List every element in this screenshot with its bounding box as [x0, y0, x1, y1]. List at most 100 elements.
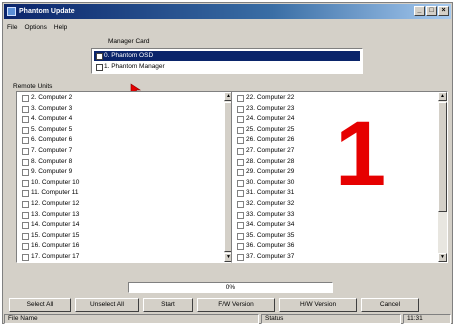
scroll-thumb[interactable]: [438, 102, 447, 212]
checkbox[interactable]: [237, 232, 244, 240]
list-item-label: 32. Computer 32: [246, 199, 295, 207]
checkbox[interactable]: [22, 147, 29, 155]
list-item[interactable]: 37. Computer 37: [234, 252, 437, 262]
checkbox[interactable]: [237, 147, 244, 155]
checkbox[interactable]: [237, 169, 244, 177]
manager-card-item-phantom-manager[interactable]: 1. Phantom Manager: [94, 62, 360, 72]
close-button[interactable]: ×: [438, 6, 449, 16]
checkbox[interactable]: [22, 190, 29, 198]
list-item[interactable]: 9. Computer 9: [19, 167, 223, 178]
checkbox[interactable]: [22, 95, 29, 102]
remote-units-label: Remote Units: [13, 83, 53, 90]
checkbox[interactable]: [22, 211, 29, 219]
list-item[interactable]: 34. Computer 34: [234, 220, 437, 231]
list-item-label: 22. Computer 22: [246, 94, 295, 101]
checkbox[interactable]: [237, 126, 244, 134]
checkbox[interactable]: [22, 222, 29, 230]
list-item[interactable]: 15. Computer 15: [19, 231, 223, 242]
unselect-all-button[interactable]: Unselect All: [75, 298, 139, 312]
checkbox[interactable]: [237, 211, 244, 219]
status-text: Status: [261, 314, 401, 324]
checkbox[interactable]: [22, 105, 29, 113]
checkbox[interactable]: [96, 64, 103, 71]
list-item-label: 3. Computer 3: [31, 104, 73, 112]
list-item[interactable]: 7. Computer 7: [19, 146, 223, 157]
list-item-label: 37. Computer 37: [246, 252, 295, 260]
checkbox[interactable]: [22, 158, 29, 166]
list-item-label: 34. Computer 34: [246, 221, 295, 229]
menu-help[interactable]: Help: [54, 23, 67, 33]
checkbox[interactable]: [22, 243, 29, 251]
list-item-label: 6. Computer 6: [31, 136, 73, 144]
list-item[interactable]: 33. Computer 33: [234, 210, 437, 221]
phantom-update-window: Phantom Update _ □ × File Options Help M…: [2, 2, 453, 324]
menu-options[interactable]: Options: [24, 23, 46, 33]
list-item-label: 15. Computer 15: [31, 231, 80, 239]
hw-version-button[interactable]: H/W Version: [279, 298, 357, 312]
list-item-label: 14. Computer 14: [31, 221, 80, 229]
list-item[interactable]: 8. Computer 8: [19, 157, 223, 168]
minimize-button[interactable]: _: [414, 6, 425, 16]
list-item[interactable]: 11. Computer 11: [19, 188, 223, 199]
checkbox[interactable]: [237, 179, 244, 187]
list-item-label: 26. Computer 26: [246, 136, 295, 144]
checkbox[interactable]: [237, 105, 244, 113]
checkbox[interactable]: [237, 222, 244, 230]
list-item[interactable]: 6. Computer 6: [19, 135, 223, 146]
window-title: Phantom Update: [19, 8, 75, 15]
list-item[interactable]: 17. Computer 17: [19, 252, 223, 262]
checkbox[interactable]: [22, 179, 29, 187]
list-item[interactable]: 35. Computer 35: [234, 231, 437, 242]
maximize-button[interactable]: □: [426, 6, 437, 16]
checkbox[interactable]: [96, 53, 103, 60]
list-item[interactable]: 2. Computer 2: [19, 93, 223, 104]
progress-bar: 0%: [128, 282, 333, 293]
menu-bar: File Options Help: [7, 23, 67, 33]
list-item[interactable]: 4. Computer 4: [19, 114, 223, 125]
select-all-button[interactable]: Select All: [9, 298, 71, 312]
list-item-label: 36. Computer 36: [246, 242, 295, 250]
checkbox[interactable]: [22, 126, 29, 134]
vertical-scrollbar[interactable]: ▲ ▼: [438, 92, 447, 262]
checkbox[interactable]: [22, 200, 29, 208]
checkbox[interactable]: [22, 169, 29, 177]
list-item-label: 28. Computer 28: [246, 157, 295, 165]
list-item[interactable]: 3. Computer 3: [19, 104, 223, 115]
scroll-down-icon[interactable]: ▼: [438, 253, 447, 262]
checkbox[interactable]: [22, 137, 29, 145]
list-item[interactable]: 13. Computer 13: [19, 210, 223, 221]
list-item[interactable]: 5. Computer 5: [19, 125, 223, 136]
start-button[interactable]: Start: [143, 298, 193, 312]
window-controls: _ □ ×: [414, 6, 449, 16]
manager-card-list[interactable]: 0. Phantom OSD 1. Phantom Manager: [91, 48, 363, 74]
checkbox[interactable]: [237, 95, 244, 102]
list-item-label: 27. Computer 27: [246, 146, 295, 154]
button-row: Select All Unselect All Start F/W Versio…: [7, 298, 450, 312]
checkbox[interactable]: [22, 232, 29, 240]
manager-card-item-label: 0. Phantom OSD: [104, 52, 154, 59]
checkbox[interactable]: [237, 190, 244, 198]
remote-units-list-left[interactable]: 2. Computer 2 3. Computer 3 4. Computer 4 5…: [16, 91, 234, 263]
title-bar[interactable]: Phantom Update _ □ ×: [4, 4, 451, 19]
checkbox[interactable]: [22, 253, 29, 261]
list-item-label: 9. Computer 9: [31, 168, 73, 176]
list-item[interactable]: 36. Computer 36: [234, 241, 437, 252]
cancel-button[interactable]: Cancel: [361, 298, 419, 312]
list-item[interactable]: 12. Computer 12: [19, 199, 223, 210]
checkbox[interactable]: [237, 243, 244, 251]
list-item[interactable]: 14. Computer 14: [19, 220, 223, 231]
fw-version-button[interactable]: F/W Version: [197, 298, 275, 312]
checkbox[interactable]: [237, 253, 244, 261]
checkbox[interactable]: [237, 116, 244, 124]
checkbox[interactable]: [237, 137, 244, 145]
menu-file[interactable]: File: [7, 23, 17, 33]
manager-card-item-phantom-osd[interactable]: 0. Phantom OSD: [94, 51, 360, 61]
scroll-up-icon[interactable]: ▲: [438, 92, 447, 101]
list-item-label: 33. Computer 33: [246, 210, 295, 218]
list-item[interactable]: 10. Computer 10: [19, 178, 223, 189]
checkbox[interactable]: [22, 116, 29, 124]
checkbox[interactable]: [237, 158, 244, 166]
list-item[interactable]: 16. Computer 16: [19, 241, 223, 252]
checkbox[interactable]: [237, 200, 244, 208]
list-item[interactable]: 22. Computer 22: [234, 93, 437, 104]
